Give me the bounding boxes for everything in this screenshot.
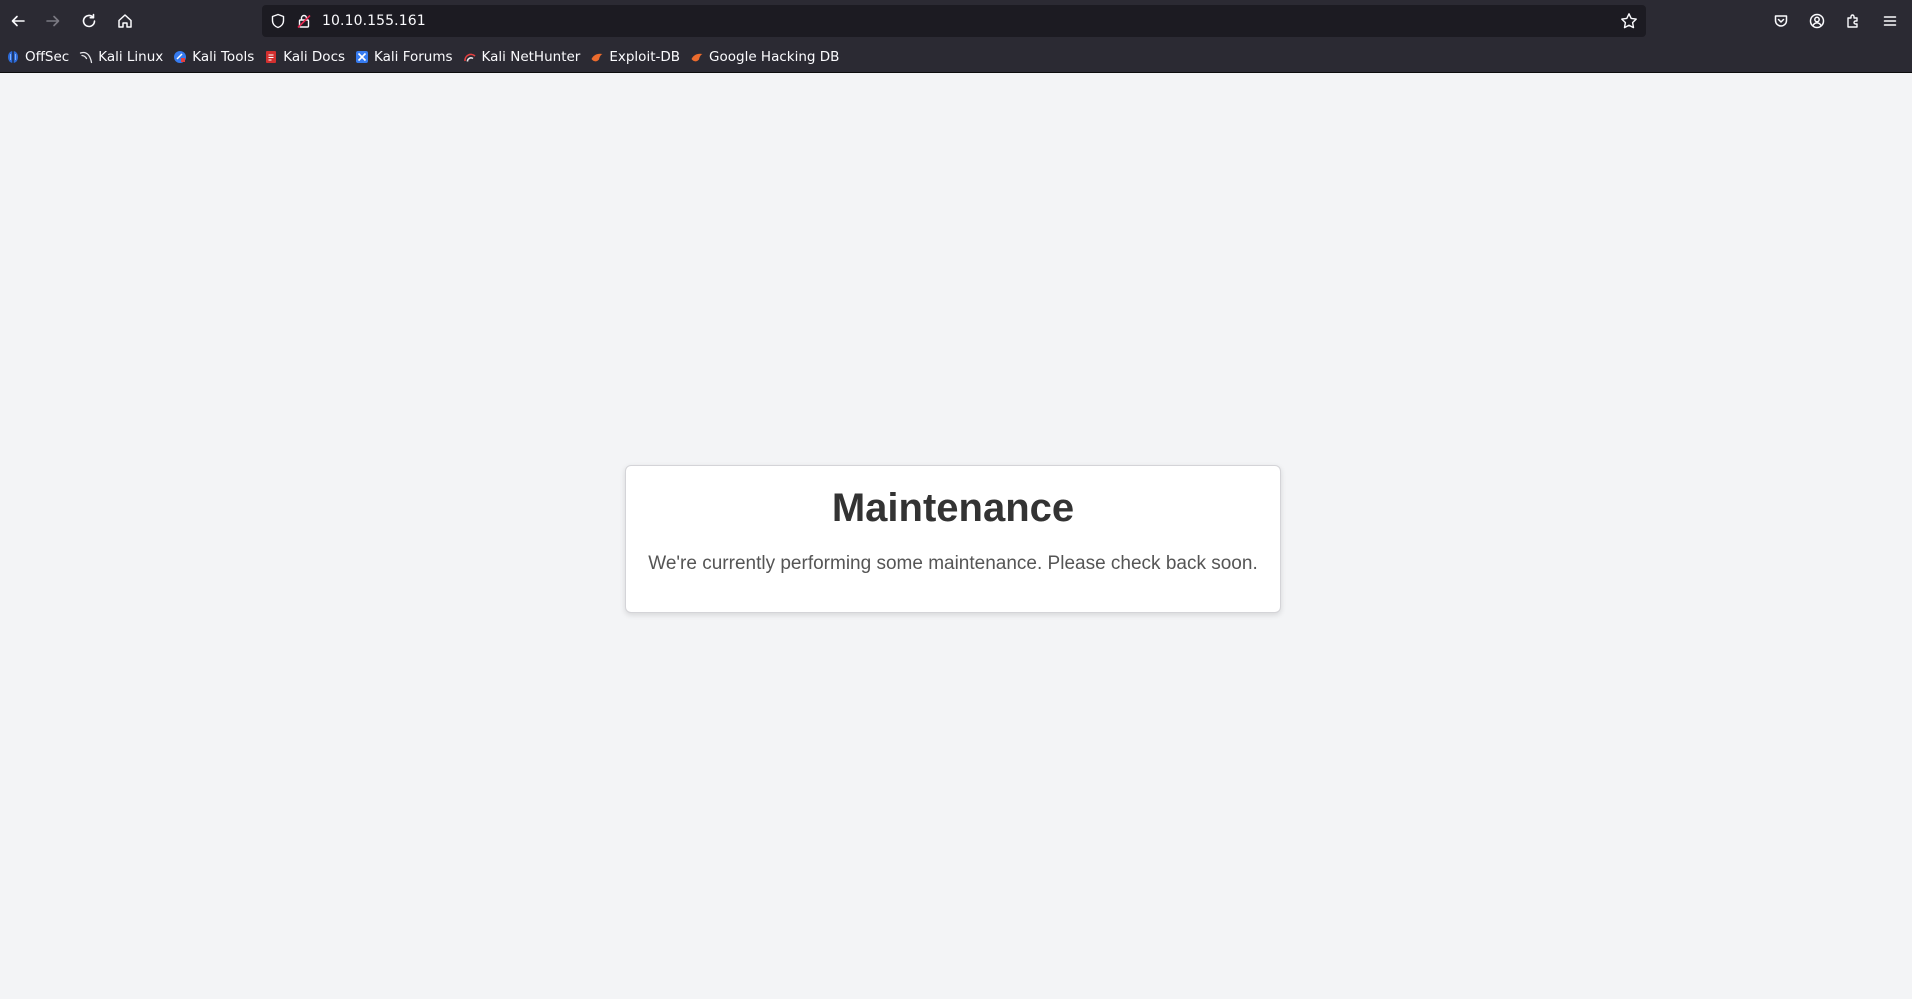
pocket-icon: [1774, 15, 1788, 27]
url-text[interactable]: 10.10.155.161: [322, 5, 426, 37]
bookmark-label: OffSec: [25, 49, 70, 65]
page-title: Maintenance: [831, 486, 1075, 530]
pocket-button[interactable]: [1766, 6, 1796, 36]
nethunter-icon: [463, 53, 476, 62]
bookmark-label: Kali Docs: [283, 49, 346, 65]
arrow-left-icon: [11, 15, 25, 27]
account-button[interactable]: [1802, 6, 1832, 36]
lock-insecure-icon[interactable]: [296, 13, 312, 29]
reload-button[interactable]: [74, 6, 104, 36]
maintenance-message: We're currently performing some maintena…: [648, 553, 1258, 574]
ghdb-icon: [691, 53, 703, 62]
home-icon: [118, 14, 132, 28]
extensions-icon: [1847, 14, 1858, 28]
home-button[interactable]: [110, 6, 140, 36]
exploit-db-icon: [591, 53, 603, 62]
navigation-toolbar: 10.10.155.161: [0, 0, 1912, 42]
bookmark-offsec[interactable]: OffSec: [6, 45, 75, 69]
extensions-button[interactable]: [1838, 6, 1868, 36]
bookmark-label: Kali Tools: [192, 49, 255, 65]
back-button[interactable]: [3, 6, 33, 36]
browser-chrome: 10.10.155.161 OffSec Kali Linux Kali Too…: [0, 0, 1912, 73]
bookmarks-toolbar: OffSec Kali Linux Kali Tools Kali Docs K…: [0, 44, 1912, 70]
forward-button[interactable]: [38, 6, 68, 36]
bookmark-kali-docs[interactable]: Kali Docs: [264, 45, 351, 69]
arrow-right-icon: [46, 15, 60, 27]
kali-docs-icon: [266, 51, 277, 63]
maintenance-card: Maintenance We're currently performing s…: [625, 465, 1281, 613]
bookmark-label: Kali NetHunter: [481, 49, 581, 65]
bookmark-label: Google Hacking DB: [709, 49, 840, 65]
url-bar[interactable]: 10.10.155.161: [262, 5, 1646, 37]
kali-tools-icon: [174, 51, 187, 63]
star-icon[interactable]: [1620, 12, 1638, 30]
kali-dragon-icon: [80, 51, 93, 64]
account-icon: [1809, 13, 1825, 29]
page-viewport: Maintenance We're currently performing s…: [0, 73, 1912, 999]
bookmark-label: Kali Linux: [98, 49, 164, 65]
bookmark-google-hacking-db[interactable]: Google Hacking DB: [690, 45, 845, 69]
bookmark-kali-linux[interactable]: Kali Linux: [79, 45, 169, 69]
bookmark-kali-tools[interactable]: Kali Tools: [173, 45, 260, 69]
bookmark-kali-forums[interactable]: Kali Forums: [355, 45, 459, 69]
bookmark-label: Kali Forums: [374, 49, 453, 65]
kali-forums-icon: [356, 51, 369, 63]
shield-icon[interactable]: [270, 13, 286, 29]
menu-button[interactable]: [1875, 6, 1905, 36]
hamburger-menu-icon: [1883, 16, 1897, 26]
bookmark-exploit-db[interactable]: Exploit-DB: [590, 45, 686, 69]
bookmark-kali-nethunter[interactable]: Kali NetHunter: [463, 45, 587, 69]
offsec-icon: [8, 51, 18, 63]
reload-icon: [82, 13, 96, 28]
bookmark-label: Exploit-DB: [609, 49, 681, 65]
